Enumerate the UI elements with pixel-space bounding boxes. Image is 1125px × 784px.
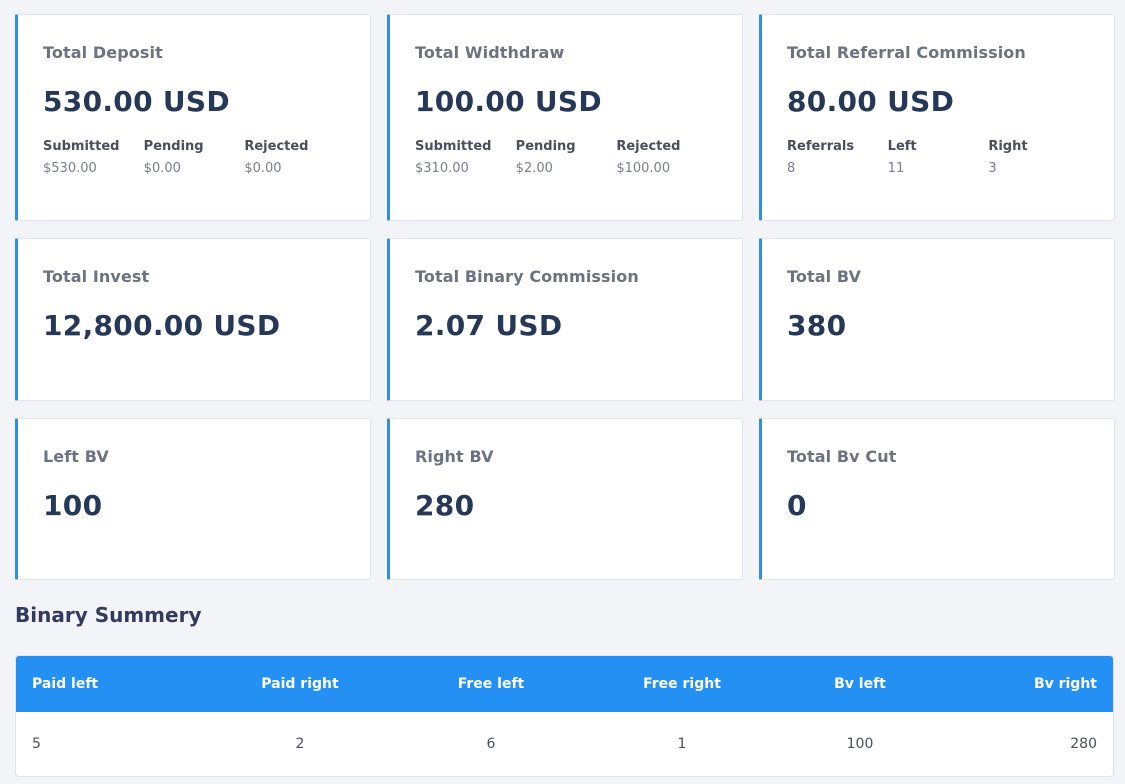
stat-label: Submitted (43, 139, 120, 154)
card-value: 380 (787, 309, 847, 342)
table-row: 5 2 6 1 100 280 (16, 712, 1113, 776)
column-header-paid-left: Paid left (32, 676, 99, 692)
card-stats: Referrals 8 Left 11 Right 3 (787, 139, 1089, 176)
card-right-bv: Right BV 280 (387, 418, 743, 580)
card-title: Total Binary Commission (415, 267, 639, 286)
stat-value: $530.00 (43, 161, 97, 176)
card-total-referral-commission: Total Referral Commission 80.00 USD Refe… (759, 14, 1115, 221)
table-cell: 1 (677, 736, 687, 752)
card-value: 530.00 USD (43, 85, 230, 118)
column-header-free-left: Free left (457, 676, 525, 692)
stat-label: Referrals (787, 139, 855, 154)
stat-rejected: Rejected $0.00 (244, 139, 345, 176)
card-value: 2.07 USD (415, 309, 563, 342)
card-stats: Submitted $530.00 Pending $0.00 Rejected… (43, 139, 345, 176)
card-value: 0 (787, 489, 807, 522)
card-stats: Submitted $310.00 Pending $2.00 Rejected… (415, 139, 717, 176)
card-value: 80.00 USD (787, 85, 955, 118)
card-title: Total Invest (43, 267, 150, 286)
card-title: Right BV (415, 447, 494, 466)
column-header-paid-right: Paid right (261, 676, 339, 692)
stat-value: $0.00 (244, 161, 282, 176)
card-title: Total Referral Commission (787, 43, 1026, 62)
card-title: Left BV (43, 447, 109, 466)
card-value: 280 (415, 489, 475, 522)
table-cell: 280 (1070, 736, 1097, 752)
card-value: 100.00 USD (415, 85, 602, 118)
card-title: Total BV (787, 267, 862, 286)
stat-pending: Pending $0.00 (144, 139, 245, 176)
card-total-bv-cut: Total Bv Cut 0 (759, 418, 1115, 580)
stat-value: 11 (887, 161, 905, 176)
column-header-bv-right: Bv right (1033, 676, 1097, 692)
stat-left: Left 11 (888, 139, 989, 176)
stat-value: $0.00 (143, 161, 181, 176)
binary-summary-table: Paid left Paid right Free left Free righ… (15, 655, 1114, 777)
card-value: 12,800.00 USD (43, 309, 281, 342)
section-title-binary-summary: Binary Summery (15, 603, 202, 627)
card-total-withdraw: Total Widthdraw 100.00 USD Submitted $31… (387, 14, 743, 221)
column-header-bv-left: Bv left (834, 676, 886, 692)
table-cell: 100 (846, 736, 874, 752)
stat-value: 3 (988, 161, 997, 176)
card-total-invest: Total Invest 12,800.00 USD (15, 238, 371, 401)
stat-label: Left (887, 139, 917, 154)
card-left-bv: Left BV 100 (15, 418, 371, 580)
stat-referrals: Referrals 8 (787, 139, 888, 176)
stat-label: Right (988, 139, 1028, 154)
card-title: Total Widthdraw (415, 43, 565, 62)
stat-label: Submitted (415, 139, 492, 154)
table-header-row: Paid left Paid right Free left Free righ… (16, 656, 1113, 712)
stat-label: Pending (143, 139, 204, 154)
table-cell: 2 (295, 736, 305, 752)
stat-value: $2.00 (515, 161, 553, 176)
stat-pending: Pending $2.00 (516, 139, 617, 176)
table-cell: 6 (486, 736, 496, 752)
card-title: Total Deposit (43, 43, 163, 62)
card-total-binary-commission: Total Binary Commission 2.07 USD (387, 238, 743, 401)
stat-value: 8 (787, 161, 796, 176)
stat-submitted: Submitted $530.00 (43, 139, 144, 176)
stat-label: Rejected (616, 139, 681, 154)
stat-rejected: Rejected $100.00 (616, 139, 717, 176)
stat-label: Pending (515, 139, 576, 154)
card-total-deposit: Total Deposit 530.00 USD Submitted $530.… (15, 14, 371, 221)
stats-grid: Total Deposit 530.00 USD Submitted $530.… (15, 14, 1115, 580)
card-value: 100 (43, 489, 103, 522)
table-cell: 5 (32, 736, 41, 752)
column-header-free-right: Free right (643, 676, 721, 692)
stat-right: Right 3 (988, 139, 1089, 176)
card-title: Total Bv Cut (787, 447, 897, 466)
stat-submitted: Submitted $310.00 (415, 139, 516, 176)
stat-label: Rejected (244, 139, 309, 154)
stat-value: $310.00 (415, 161, 469, 176)
stat-value: $100.00 (616, 161, 671, 176)
card-total-bv: Total BV 380 (759, 238, 1115, 401)
